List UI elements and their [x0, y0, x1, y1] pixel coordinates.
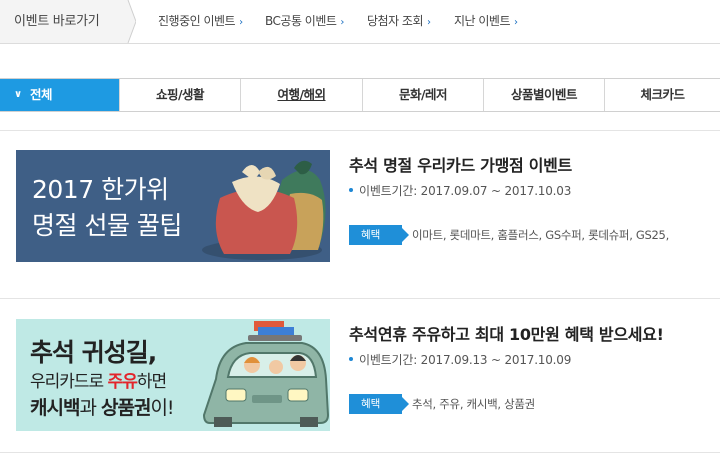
tab-all[interactable]: ∨ 전체 — [0, 79, 119, 111]
tab-travel-overseas[interactable]: 여행/해외 — [240, 79, 362, 111]
banner-subheadline: 우리카드로 주유하면 — [30, 372, 167, 392]
link-past-events[interactable]: 지난 이벤트 › — [454, 0, 518, 43]
event-item: 추석 귀성길, 우리카드로 주유하면 캐시백과 상품권이! 추석연휴 주유하고 … — [0, 319, 720, 435]
benefit-badge: 혜택 — [349, 394, 409, 414]
event-period: 이벤트기간: 2017.09.13 ~ 2017.10.09 — [349, 351, 571, 368]
category-tabs: ∨ 전체 쇼핑/생활 여행/해외 문화/레저 상품별이벤트 체크카드 — [0, 78, 720, 112]
banner-subheadline: 명절 선물 꿀팁 — [32, 211, 182, 240]
link-ongoing-events[interactable]: 진행중인 이벤트 › — [158, 0, 243, 43]
banner-headline: 2017 한가위 — [32, 175, 169, 204]
link-bc-common-events[interactable]: BC공통 이벤트 › — [265, 0, 344, 43]
benefit-keywords: 추석, 주유, 캐시백, 상품권 — [412, 397, 535, 411]
divider — [0, 452, 720, 453]
family-car-illustration — [202, 321, 330, 427]
divider — [0, 130, 720, 131]
event-period: 이벤트기간: 2017.09.07 ~ 2017.10.03 — [349, 182, 571, 199]
event-title[interactable]: 추석 명절 우리카드 가맹점 이벤트 — [349, 152, 572, 176]
chevron-right-icon: › — [340, 17, 344, 28]
benefit-merchants: 이마트, 롯데마트, 홈플러스, GS수퍼, 롯데슈퍼, GS25, — [412, 228, 669, 242]
banner-tagline: 캐시백과 상품권이! — [30, 397, 175, 419]
chevron-down-icon: ∨ — [14, 89, 22, 100]
benefit-badge: 혜택 — [349, 225, 409, 245]
tab-check-card[interactable]: 체크카드 — [604, 79, 720, 111]
event-banner-chuseok-gift[interactable]: 2017 한가위 명절 선물 꿀팁 — [16, 150, 330, 262]
bullet-icon — [349, 187, 353, 192]
shortcut-bar-title: 이벤트 바로가기 — [0, 0, 128, 43]
chevron-right-icon: › — [239, 17, 243, 28]
tab-shopping-life[interactable]: 쇼핑/생활 — [119, 79, 240, 111]
chevron-right-icon: › — [427, 17, 431, 28]
chevron-right-icon: › — [514, 17, 518, 28]
event-item: 2017 한가위 명절 선물 꿀팁 추석 명절 우리카드 가맹점 이벤트 이벤트… — [0, 150, 720, 266]
event-shortcut-bar: 이벤트 바로가기 진행중인 이벤트 › BC공통 이벤트 › 당첨자 조회 › 지난 … — [0, 0, 720, 44]
tab-product-events[interactable]: 상품별이벤트 — [483, 79, 604, 111]
divider — [0, 298, 720, 299]
tab-culture-leisure[interactable]: 문화/레저 — [362, 79, 483, 111]
link-winner-lookup[interactable]: 당첨자 조회 › — [367, 0, 431, 43]
event-title[interactable]: 추석연휴 주유하고 최대 10만원 혜택 받으세요! — [349, 321, 664, 345]
banner-headline: 추석 귀성길, — [30, 338, 157, 367]
event-banner-chuseok-fuel[interactable]: 추석 귀성길, 우리카드로 주유하면 캐시백과 상품권이! — [16, 319, 330, 431]
bullet-icon — [349, 356, 353, 361]
breadcrumb-arrow-icon — [122, 0, 136, 43]
gift-bundle-illustration — [202, 160, 326, 260]
